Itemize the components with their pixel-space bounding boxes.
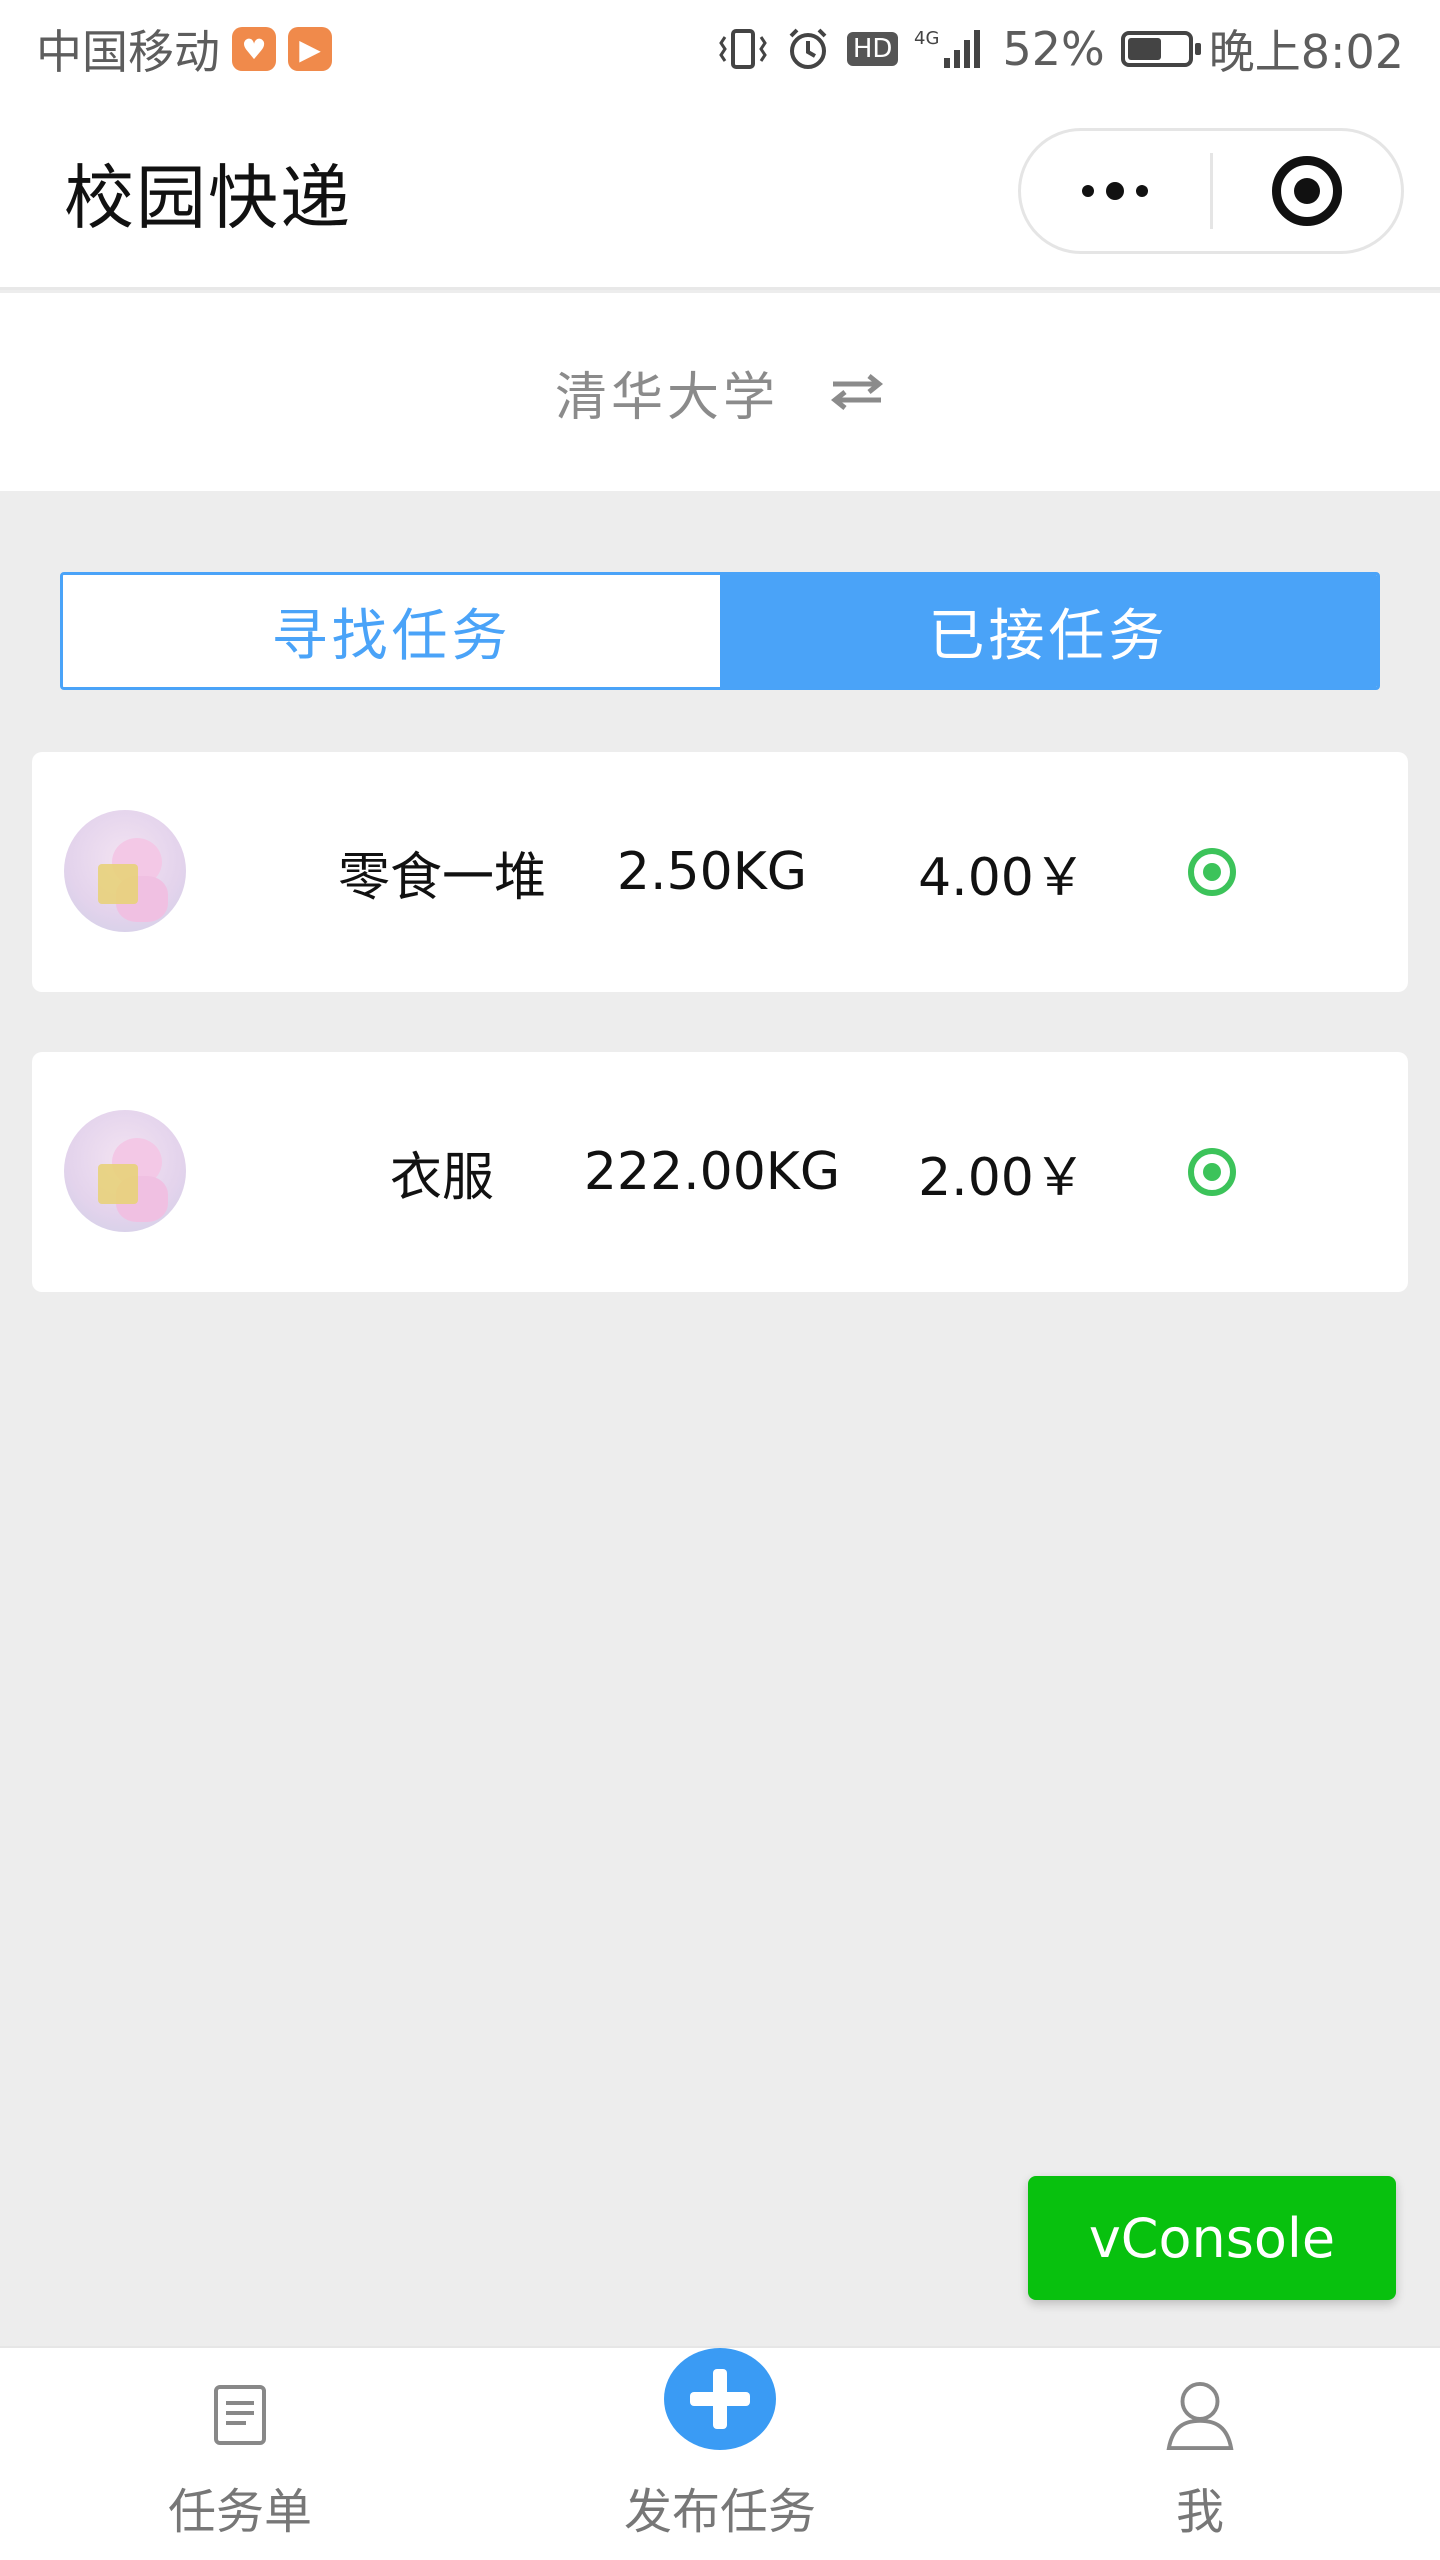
carrier-label: 中国移动 (36, 25, 220, 79)
page-title: 校园快递 (64, 157, 352, 239)
list-item[interactable]: 衣服 222.00KG 2.00￥ (32, 1052, 1408, 1292)
hd-icon: HD (846, 32, 899, 66)
video-app-icon: ▶ (288, 27, 332, 71)
task-name: 零食一堆 (337, 847, 546, 908)
more-icon (1082, 182, 1149, 200)
clock-time: 晚上8:02 (1208, 25, 1404, 79)
vconsole-button[interactable]: vConsole (1028, 2176, 1396, 2300)
tab-task-list[interactable]: 任务单 (0, 2348, 480, 2560)
school-selector[interactable]: 清华大学 (0, 293, 1440, 491)
avatar (64, 810, 186, 932)
status-right: HD 4G 52% 晚上8:02 (717, 16, 1404, 82)
plus-circle-icon (664, 2348, 776, 2450)
swap-icon (830, 374, 884, 410)
bottom-tab-bar: 任务单 发布任务 我 (0, 2346, 1440, 2560)
school-name: 清华大学 (554, 367, 779, 428)
tab-label: 发布任务 (623, 2484, 816, 2540)
tab-accepted-tasks[interactable]: 已接任务 (720, 575, 1377, 687)
task-tabs: 寻找任务 已接任务 (60, 572, 1380, 690)
tab-label: 任务单 (167, 2484, 312, 2540)
task-radio[interactable] (1188, 848, 1236, 896)
status-bar: 中国移动 ♥ ▶ HD 4G 52% 晚上8:02 (0, 0, 1440, 98)
list-item[interactable]: 零食一堆 2.50KG 4.00￥ (32, 752, 1408, 992)
battery-icon (1120, 31, 1201, 67)
battery-percent: 52% (1002, 22, 1105, 76)
task-weight: 2.50KG (616, 842, 808, 902)
signal-icon: 4G (914, 26, 986, 72)
vibrate-icon (717, 27, 769, 71)
more-button[interactable] (1021, 131, 1210, 251)
page: 中国移动 ♥ ▶ HD 4G 52% 晚上8:02 校园快递 清华大学 寻找任务… (0, 0, 1440, 2560)
target-icon (1271, 156, 1342, 226)
alarm-icon (785, 26, 831, 72)
avatar (64, 1110, 186, 1232)
task-weight: 222.00KG (583, 1142, 841, 1202)
nav-bar: 校园快递 (0, 98, 1440, 290)
miniprogram-capsule (1018, 128, 1404, 254)
user-icon (1165, 2380, 1235, 2450)
tab-label: 我 (1175, 2484, 1224, 2540)
health-app-icon: ♥ (232, 27, 276, 71)
task-name: 衣服 (389, 1147, 494, 1208)
task-price: 2.00￥ (918, 1147, 1086, 1208)
tab-me[interactable]: 我 (960, 2348, 1440, 2560)
document-icon (205, 2380, 275, 2450)
tab-publish-task[interactable]: 发布任务 (480, 2348, 960, 2560)
task-price: 4.00￥ (918, 847, 1086, 908)
tab-find-tasks[interactable]: 寻找任务 (63, 575, 720, 687)
status-left: 中国移动 ♥ ▶ (36, 16, 332, 82)
svg-text:4G: 4G (914, 28, 939, 49)
task-radio[interactable] (1188, 1148, 1236, 1196)
close-miniprogram-button[interactable] (1213, 131, 1402, 251)
